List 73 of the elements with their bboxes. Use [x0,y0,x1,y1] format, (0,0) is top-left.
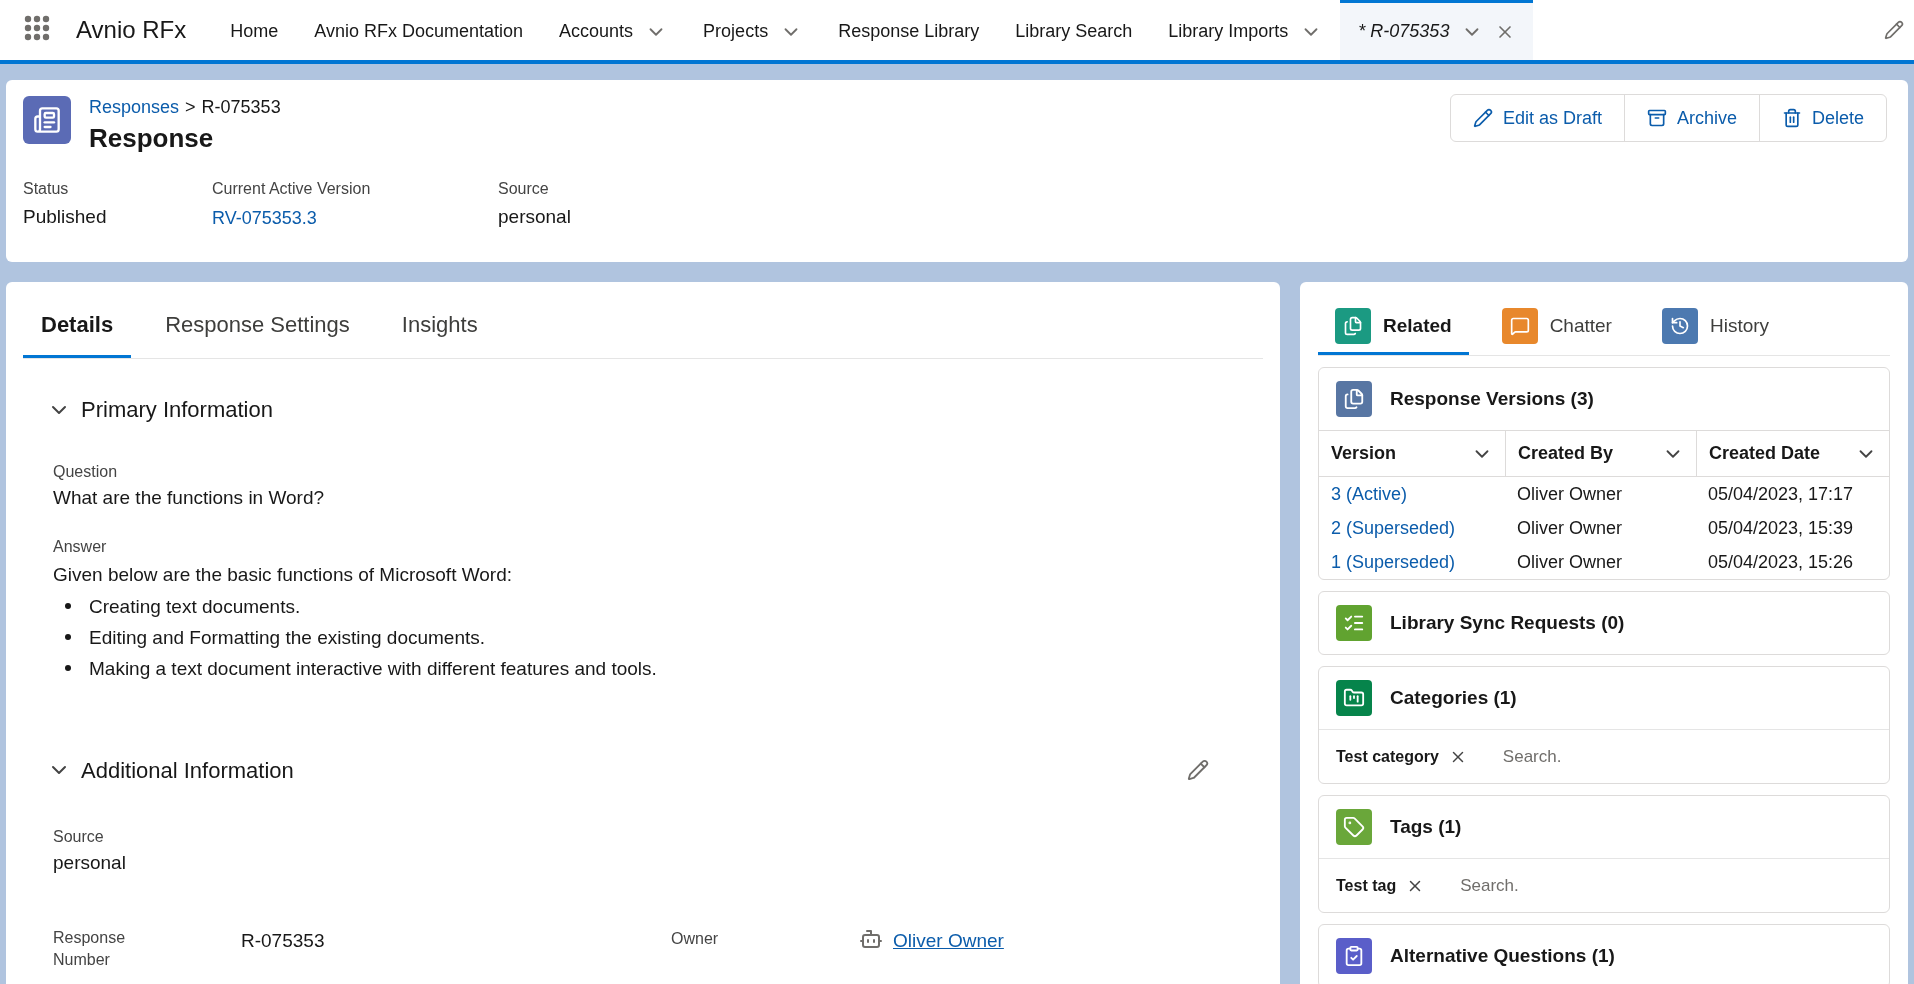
version-link[interactable]: 2 (Superseded) [1319,511,1505,545]
version-link[interactable]: 1 (Superseded) [1319,545,1505,579]
field-link[interactable]: RV-075353.3 [212,205,498,232]
section-title[interactable]: Library Sync Requests (0) [1390,608,1625,638]
nav-tab[interactable]: Avnio RFx Documentation [296,0,542,60]
field-label: Current Active Version [212,179,372,199]
column-header[interactable]: Created Date [1696,431,1889,477]
bullet-icon [65,634,71,640]
nav-tab[interactable]: Accounts [541,0,686,60]
related-tab[interactable]: History [1644,308,1787,355]
detail-tab[interactable]: Response Settings [147,308,368,358]
search-field[interactable]: Search. [1460,872,1661,899]
section-title[interactable]: Categories (1) [1390,683,1517,713]
answer-bullet: Editing and Formatting the existing documents. [89,625,486,650]
column-header[interactable]: Created By [1505,431,1696,477]
field-label: Source [498,179,550,199]
bullet-icon [65,603,71,609]
section-title[interactable]: Tags (1) [1390,812,1462,842]
field-value: personal [498,205,572,229]
pill-label: Test tag [1336,875,1397,896]
detail-tab[interactable]: Details [23,308,132,358]
nav-tab[interactable]: * R-075353 [1340,0,1534,60]
field-label: Status [23,179,70,199]
table-cell-text: Oliver Owner [1516,482,1624,506]
action-button[interactable]: Delete [1758,95,1886,141]
record-title: Response [89,122,215,155]
nav-tab[interactable]: Projects [685,0,821,60]
app-name: Avnio RFx [76,15,187,45]
field-value: R-075353 [241,929,326,953]
related-tab[interactable]: Related [1318,308,1469,355]
field-label: Owner [671,929,720,949]
owner-link[interactable]: Oliver Owner [893,927,1004,956]
answer-bullet: Creating text documents. [89,594,301,619]
question-text: What are the functions in Word? [53,486,326,510]
field-label: Source [53,826,105,847]
section-title[interactable]: Alternative Questions (1) [1390,941,1615,971]
field-label: Response Number [53,928,127,970]
nav-tab[interactable]: Response Library [820,0,998,60]
nav-tab[interactable]: Library Search [997,0,1151,60]
search-field[interactable]: Search. [1502,743,1703,770]
table-cell-text: Oliver Owner [1516,550,1624,574]
field-value: Published [23,205,108,229]
version-link[interactable]: 3 (Active) [1319,477,1505,511]
breadcrumb-link[interactable]: Responses [89,94,180,121]
breadcrumb-current: R-075353 [201,96,281,119]
field-label: Answer [53,536,108,557]
archive-icon [1646,108,1667,128]
table-cell-text: 05/04/2023, 15:39 [1707,516,1855,540]
breadcrumb-separator: > [185,96,196,119]
action-button[interactable]: Archive [1623,95,1759,141]
related-tab[interactable]: Chatter [1484,308,1629,355]
table-cell-text: Oliver Owner [1516,516,1624,540]
section-heading[interactable]: Primary Information [81,393,273,426]
record-icon [23,96,71,144]
field-value: personal [53,850,127,875]
detail-tab[interactable]: Insights [383,308,496,358]
field-label: Question [53,462,119,482]
edit-icon[interactable] [1187,759,1209,781]
nav-tab[interactable]: Library Imports [1150,0,1341,60]
answer-intro: Given below are the basic functions of Microsoft Word: [53,562,514,587]
column-header[interactable]: Version [1319,431,1505,477]
section-heading[interactable]: Additional Information [81,753,294,787]
table-cell-text: 05/04/2023, 17:17 [1707,482,1855,506]
table-cell-text: 05/04/2023, 15:26 [1707,550,1855,574]
trash-icon [1781,108,1802,128]
pencil-icon [1472,108,1493,128]
bullet-icon [65,665,71,671]
pill-label: Test category [1336,746,1439,767]
nav-tab[interactable]: Home [212,0,297,60]
answer-bullet: Making a text document interactive with different features and tools. [89,656,657,681]
section-title[interactable]: Response Versions (3) [1390,384,1594,414]
action-button[interactable]: Edit as Draft [1450,95,1624,141]
edit-nav-icon[interactable] [1884,20,1904,40]
